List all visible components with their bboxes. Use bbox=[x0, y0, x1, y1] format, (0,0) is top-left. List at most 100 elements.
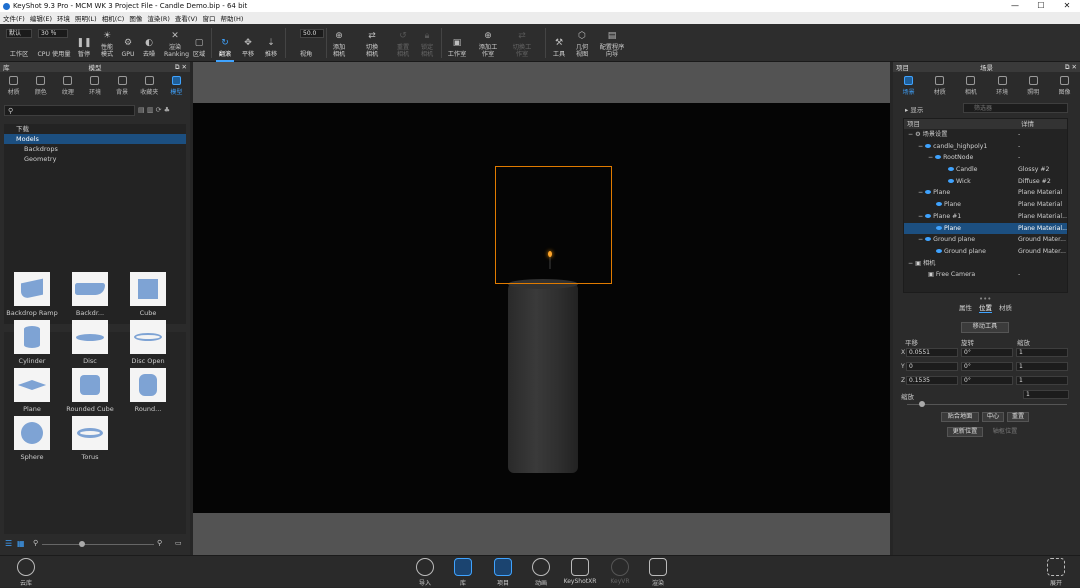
visibility-eye-icon[interactable] bbox=[925, 237, 932, 242]
gpu-button[interactable]: ⚙ GPU bbox=[119, 24, 137, 62]
scene-filter-input[interactable] bbox=[963, 103, 1068, 113]
denoise-button[interactable]: ◐ 去噪 bbox=[139, 24, 159, 62]
menu-render[interactable]: 渲染(R) bbox=[147, 13, 170, 23]
add-camera-button[interactable]: ⊕ 添加相机 bbox=[328, 24, 350, 62]
slider-handle[interactable] bbox=[919, 401, 925, 407]
thumb-backdrop-ramp[interactable]: Backdrop Ramp bbox=[4, 272, 60, 320]
panel-close-icon[interactable]: ⧉ ✕ bbox=[1065, 62, 1077, 72]
tab-material[interactable]: 材质 bbox=[924, 75, 955, 97]
thumb-cylinder[interactable]: Cylinder bbox=[4, 320, 60, 368]
scene-row[interactable]: − ▣ 相机 bbox=[904, 258, 1067, 270]
tree-item-backdrops[interactable]: Backdrops bbox=[4, 144, 186, 154]
render-viewport[interactable] bbox=[193, 62, 890, 555]
menu-image[interactable]: 图像 bbox=[129, 13, 142, 23]
menu-window[interactable]: 窗口 bbox=[202, 13, 215, 23]
pan-button[interactable]: ✥ 平移 bbox=[238, 24, 258, 62]
visibility-eye-icon[interactable] bbox=[925, 190, 932, 195]
library-tools-icons[interactable]: ▤ ▥ ⟳ ♣ bbox=[138, 106, 170, 114]
center-button[interactable]: 中心 bbox=[982, 412, 1004, 422]
render-ranking-button[interactable]: ✕ 渲染 Ranking bbox=[162, 24, 189, 62]
tab-favorites[interactable]: 收藏夹 bbox=[136, 75, 163, 97]
thumb-torus[interactable]: Torus bbox=[62, 416, 118, 464]
keyvr-button[interactable]: KeyVR bbox=[602, 558, 638, 588]
reset-camera-button[interactable]: ↺ 重置相机 bbox=[392, 24, 414, 62]
menu-edit[interactable]: 编辑(E) bbox=[30, 13, 52, 23]
cloud-library-button[interactable]: 云库 bbox=[8, 558, 44, 588]
subtab-properties[interactable]: 属性 bbox=[959, 302, 972, 312]
menu-camera[interactable]: 相机(C) bbox=[102, 13, 125, 23]
rotate-y-field[interactable]: 0° bbox=[961, 362, 1013, 371]
animation-button[interactable]: 动画 bbox=[523, 558, 559, 588]
menu-file[interactable]: 文件(F) bbox=[3, 13, 25, 23]
scene-row[interactable]: − Ground plane Ground Mater... bbox=[904, 234, 1067, 246]
add-studio-button[interactable]: ⊕ 添加工作室 bbox=[474, 24, 502, 62]
scene-row[interactable]: Plane Plane Material bbox=[904, 199, 1067, 211]
visibility-eye-icon[interactable] bbox=[948, 167, 954, 172]
scene-row[interactable]: − RootNode - bbox=[904, 152, 1067, 164]
thumb-disc-open[interactable]: Disc Open bbox=[120, 320, 176, 368]
realtime-render[interactable] bbox=[193, 103, 890, 513]
translate-x-field[interactable]: 0.0551 bbox=[906, 348, 958, 357]
tab-image[interactable]: 图像 bbox=[1049, 75, 1080, 97]
tab-environment[interactable]: 环境 bbox=[987, 75, 1018, 97]
grid-view-icon[interactable]: ▦ bbox=[17, 539, 25, 548]
scene-row[interactable]: − Plane #1 Plane Material... bbox=[904, 211, 1067, 223]
scene-row[interactable]: − ⚙ 场景设置 - bbox=[904, 129, 1067, 141]
lock-camera-button[interactable]: 🔒︎ 锁定相机 bbox=[416, 24, 438, 62]
uniform-scale-slider[interactable] bbox=[907, 404, 1067, 405]
visibility-eye-icon[interactable] bbox=[925, 213, 932, 218]
list-view-icon[interactable]: ☰ bbox=[5, 539, 12, 548]
geometry-view-button[interactable]: ⬡ 几何视图 bbox=[571, 24, 593, 62]
thumb-rounded-cube[interactable]: Rounded Cube bbox=[62, 368, 118, 416]
performance-mode-button[interactable]: ☀ 性能模式 bbox=[96, 24, 118, 62]
panel-close-icon[interactable]: ⧉ ✕ bbox=[175, 62, 187, 72]
visibility-eye-icon[interactable] bbox=[936, 202, 942, 207]
expand-button[interactable]: 展开 bbox=[1038, 558, 1074, 588]
menu-view[interactable]: 查看(V) bbox=[175, 13, 198, 23]
visibility-eye-icon[interactable] bbox=[925, 143, 932, 148]
uniform-scale-field[interactable]: 1 bbox=[1023, 390, 1069, 399]
scene-row[interactable]: − candle_highpoly1- bbox=[904, 141, 1067, 153]
move-tool-button[interactable]: 移动工具 bbox=[961, 322, 1009, 333]
menu-lighting[interactable]: 照明(L) bbox=[75, 13, 97, 23]
scale-z-field[interactable]: 1 bbox=[1016, 376, 1068, 385]
snap-to-ground-button[interactable]: 贴合地面 bbox=[941, 412, 979, 422]
studio-button[interactable]: ▣ 工作室 bbox=[444, 24, 470, 62]
tab-scene[interactable]: 场景 bbox=[893, 75, 924, 97]
tree-item-geometry[interactable]: Geometry bbox=[4, 154, 186, 164]
menu-environment[interactable]: 环境 bbox=[57, 13, 70, 23]
subtab-position[interactable]: 位置 bbox=[979, 302, 992, 313]
reset-button[interactable]: 重置 bbox=[1007, 412, 1029, 422]
tree-item-downloads[interactable]: 下载 bbox=[4, 124, 186, 134]
tools-button[interactable]: ⚒ 工具 bbox=[548, 24, 570, 62]
thumb-plane[interactable]: Plane bbox=[4, 368, 60, 416]
translate-y-field[interactable]: 0 bbox=[906, 362, 958, 371]
thumb-disc[interactable]: Disc bbox=[62, 320, 118, 368]
scene-row[interactable]: ▣ Free Camera - bbox=[904, 269, 1067, 281]
thumb-backdrop[interactable]: Backdr... bbox=[62, 272, 118, 320]
workspace-button[interactable]: 工作区 bbox=[4, 24, 34, 62]
visibility-eye-icon[interactable] bbox=[936, 225, 942, 230]
thumb-sphere[interactable]: Sphere bbox=[4, 416, 60, 464]
tab-camera[interactable]: 相机 bbox=[955, 75, 986, 97]
tab-backplates[interactable]: 背景 bbox=[109, 75, 136, 97]
show-menu-button[interactable]: ▸ 显示 bbox=[905, 104, 923, 114]
tab-environments[interactable]: 环境 bbox=[81, 75, 108, 97]
visibility-eye-icon[interactable] bbox=[935, 155, 942, 160]
tab-materials[interactable]: 材质 bbox=[0, 75, 27, 97]
scene-row[interactable]: − Plane Plane Material bbox=[904, 187, 1067, 199]
configurator-wizard-button[interactable]: ▤ 配置程序向导 bbox=[595, 24, 629, 62]
rotate-x-field[interactable]: 0° bbox=[961, 348, 1013, 357]
candle-model[interactable] bbox=[508, 283, 578, 473]
rotate-z-field[interactable]: 0° bbox=[961, 376, 1013, 385]
visibility-eye-icon[interactable] bbox=[948, 178, 954, 183]
scene-row-selected[interactable]: Plane Plane Material... bbox=[904, 222, 1067, 235]
thumbnail-size-slider[interactable] bbox=[42, 544, 154, 545]
pivot-position-button[interactable]: 轴枢位置 bbox=[987, 427, 1023, 437]
visibility-eye-icon[interactable] bbox=[936, 248, 942, 253]
folder-icon[interactable]: ▭ bbox=[175, 539, 182, 547]
minimize-button[interactable]: — bbox=[1002, 0, 1028, 12]
scene-row[interactable]: Ground plane Ground Mater... bbox=[904, 246, 1067, 258]
tab-lighting[interactable]: 照明 bbox=[1018, 75, 1049, 97]
cpu-usage-button[interactable]: CPU 使用量 bbox=[36, 24, 72, 62]
